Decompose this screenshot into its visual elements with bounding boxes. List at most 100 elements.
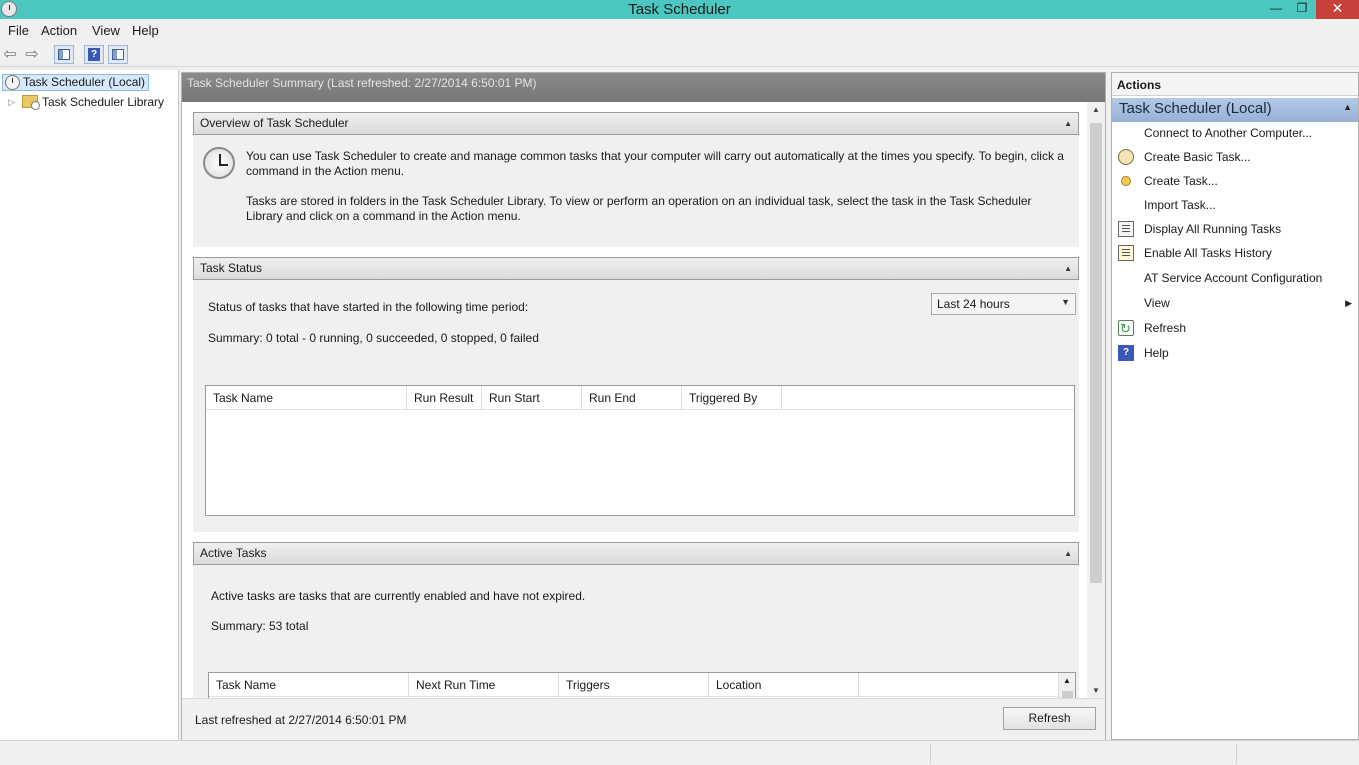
clock-icon: [203, 147, 235, 179]
column-header-task-name[interactable]: Task Name: [206, 386, 407, 410]
collapse-icon[interactable]: ▲: [1064, 258, 1072, 279]
refresh-button[interactable]: Refresh: [1003, 707, 1096, 730]
status-period-label: Status of tasks that have started in the…: [208, 300, 529, 314]
action-import-task[interactable]: Import Task...: [1112, 194, 1358, 216]
action-label: Import Task...: [1144, 198, 1216, 212]
overview-paragraph: Tasks are stored in folders in the Task …: [246, 194, 1032, 223]
task-status-section-header[interactable]: Task Status ▲: [193, 257, 1079, 280]
help-icon: ?: [1118, 345, 1134, 361]
tree-item-label: Task Scheduler Library: [42, 95, 165, 109]
action-enable-all-tasks-history[interactable]: Enable All Tasks History: [1112, 242, 1358, 264]
action-label: View: [1144, 296, 1170, 310]
column-header-location[interactable]: Location: [709, 673, 859, 697]
table-header: Task Name Next Run Time Triggers Locatio…: [209, 673, 1075, 697]
create-basic-task-icon: [1118, 149, 1134, 165]
tree-item-task-scheduler-library[interactable]: ▷ Task Scheduler Library: [6, 94, 164, 110]
actions-title: Actions: [1112, 73, 1358, 96]
window-title: Task Scheduler: [628, 1, 731, 18]
scroll-thumb[interactable]: [1090, 123, 1102, 583]
active-tasks-description: Active tasks are tasks that are currentl…: [211, 589, 586, 603]
overview-paragraph: You can use Task Scheduler to create and…: [246, 149, 1064, 178]
collapse-icon[interactable]: ▲: [1064, 113, 1072, 134]
toolbar: ⇦ ⇨ ?: [0, 42, 1359, 67]
actions-group-header[interactable]: Task Scheduler (Local) ▲: [1112, 98, 1358, 122]
menu-view[interactable]: View: [92, 23, 120, 38]
table-header: Task Name Run Result Run Start Run End T…: [206, 386, 1074, 410]
overview-section: Overview of Task Scheduler ▲ You can use…: [193, 112, 1079, 247]
column-header-run-end[interactable]: Run End: [582, 386, 682, 410]
actions-pane: Actions Task Scheduler (Local) ▲ Connect…: [1111, 72, 1359, 740]
active-tasks-section-header[interactable]: Active Tasks ▲: [193, 542, 1079, 565]
refresh-icon: [1118, 318, 1134, 340]
show-hide-action-pane-icon[interactable]: [108, 45, 128, 64]
column-header-run-start[interactable]: Run Start: [482, 386, 582, 410]
collapse-icon[interactable]: ▲: [1064, 543, 1072, 564]
action-create-basic-task[interactable]: Create Basic Task...: [1112, 146, 1358, 168]
status-bar: [0, 740, 1359, 765]
summary-scrollbar[interactable]: ▲ ▼: [1087, 102, 1105, 698]
clock-icon: [5, 75, 20, 90]
status-bar-divider: [1236, 744, 1237, 763]
column-header-triggers[interactable]: Triggers: [559, 673, 709, 697]
action-label: Create Task...: [1144, 174, 1218, 188]
dropdown-value: Last 24 hours: [937, 297, 1010, 311]
action-create-task[interactable]: Create Task...: [1112, 170, 1358, 192]
last-refreshed-text: Last refreshed at 2/27/2014 6:50:01 PM: [195, 713, 407, 727]
active-tasks-summary: Summary: 53 total: [211, 619, 309, 633]
action-label: Help: [1144, 346, 1169, 360]
scheduler-folder-icon: [22, 95, 40, 110]
column-header-triggered-by[interactable]: Triggered By: [682, 386, 782, 410]
action-view[interactable]: View ▶: [1112, 292, 1358, 314]
section-title: Overview of Task Scheduler: [200, 116, 349, 130]
scroll-thumb[interactable]: [1062, 691, 1073, 698]
action-refresh[interactable]: Refresh: [1112, 317, 1358, 340]
action-label: Refresh: [1144, 321, 1187, 335]
action-display-all-running-tasks[interactable]: Display All Running Tasks: [1112, 218, 1358, 240]
collapse-icon[interactable]: ▲: [1343, 102, 1352, 112]
scroll-down-icon[interactable]: ▼: [1092, 686, 1100, 695]
status-summary: Summary: 0 total - 0 running, 0 succeede…: [208, 331, 539, 345]
summary-header: Task Scheduler Summary (Last refreshed: …: [182, 73, 1105, 102]
menu-file[interactable]: File: [8, 23, 29, 38]
action-connect-to-another-computer[interactable]: Connect to Another Computer...: [1112, 122, 1358, 144]
column-header-run-result[interactable]: Run Result: [407, 386, 482, 410]
column-header-task-name[interactable]: Task Name: [209, 673, 409, 697]
tasks-history-icon: [1118, 245, 1134, 261]
summary-scroll-area: Overview of Task Scheduler ▲ You can use…: [182, 102, 1087, 698]
actions-group-label: Task Scheduler (Local): [1119, 100, 1272, 117]
action-label: Display All Running Tasks: [1144, 222, 1282, 236]
create-task-icon: [1121, 176, 1131, 186]
back-arrow-icon[interactable]: ⇦: [0, 45, 20, 64]
active-tasks-section: Active Tasks ▲ Active tasks are tasks th…: [193, 542, 1079, 698]
table-scrollbar[interactable]: ▲: [1058, 673, 1075, 698]
section-title: Active Tasks: [200, 546, 267, 560]
show-hide-console-tree-icon[interactable]: [54, 45, 74, 64]
expand-arrow-icon[interactable]: ▷: [8, 94, 15, 110]
overview-section-header[interactable]: Overview of Task Scheduler ▲: [193, 112, 1079, 135]
tree-item-task-scheduler-local[interactable]: Task Scheduler (Local): [2, 74, 150, 91]
help-icon[interactable]: ?: [84, 45, 104, 64]
maximize-button[interactable]: ❐: [1289, 0, 1315, 19]
status-bar-divider: [930, 744, 931, 763]
menu-help[interactable]: Help: [132, 23, 159, 38]
scroll-up-icon[interactable]: ▲: [1063, 676, 1071, 685]
title-bar: Task Scheduler — ❐ ✕: [0, 0, 1359, 19]
scroll-up-icon[interactable]: ▲: [1092, 105, 1100, 114]
close-button[interactable]: ✕: [1316, 0, 1359, 19]
column-header-next-run-time[interactable]: Next Run Time: [409, 673, 559, 697]
action-label: Connect to Another Computer...: [1144, 126, 1313, 140]
action-label: AT Service Account Configuration: [1144, 271, 1323, 285]
minimize-button[interactable]: —: [1263, 0, 1289, 19]
running-tasks-icon: [1118, 221, 1134, 237]
menu-action[interactable]: Action: [41, 23, 77, 38]
action-help[interactable]: ? Help: [1112, 342, 1358, 364]
chevron-down-icon: ▼: [1061, 297, 1070, 307]
summary-footer: Last refreshed at 2/27/2014 6:50:01 PM R…: [182, 698, 1105, 740]
submenu-arrow-icon: ▶: [1345, 298, 1352, 308]
active-tasks-table[interactable]: Task Name Next Run Time Triggers Locatio…: [208, 672, 1076, 698]
task-status-section: Task Status ▲ Status of tasks that have …: [193, 257, 1079, 532]
time-period-dropdown[interactable]: Last 24 hours ▼: [931, 293, 1076, 315]
forward-arrow-icon[interactable]: ⇨: [22, 45, 42, 64]
task-status-table[interactable]: Task Name Run Result Run Start Run End T…: [205, 385, 1075, 516]
action-at-service-account-configuration[interactable]: AT Service Account Configuration: [1112, 267, 1358, 289]
